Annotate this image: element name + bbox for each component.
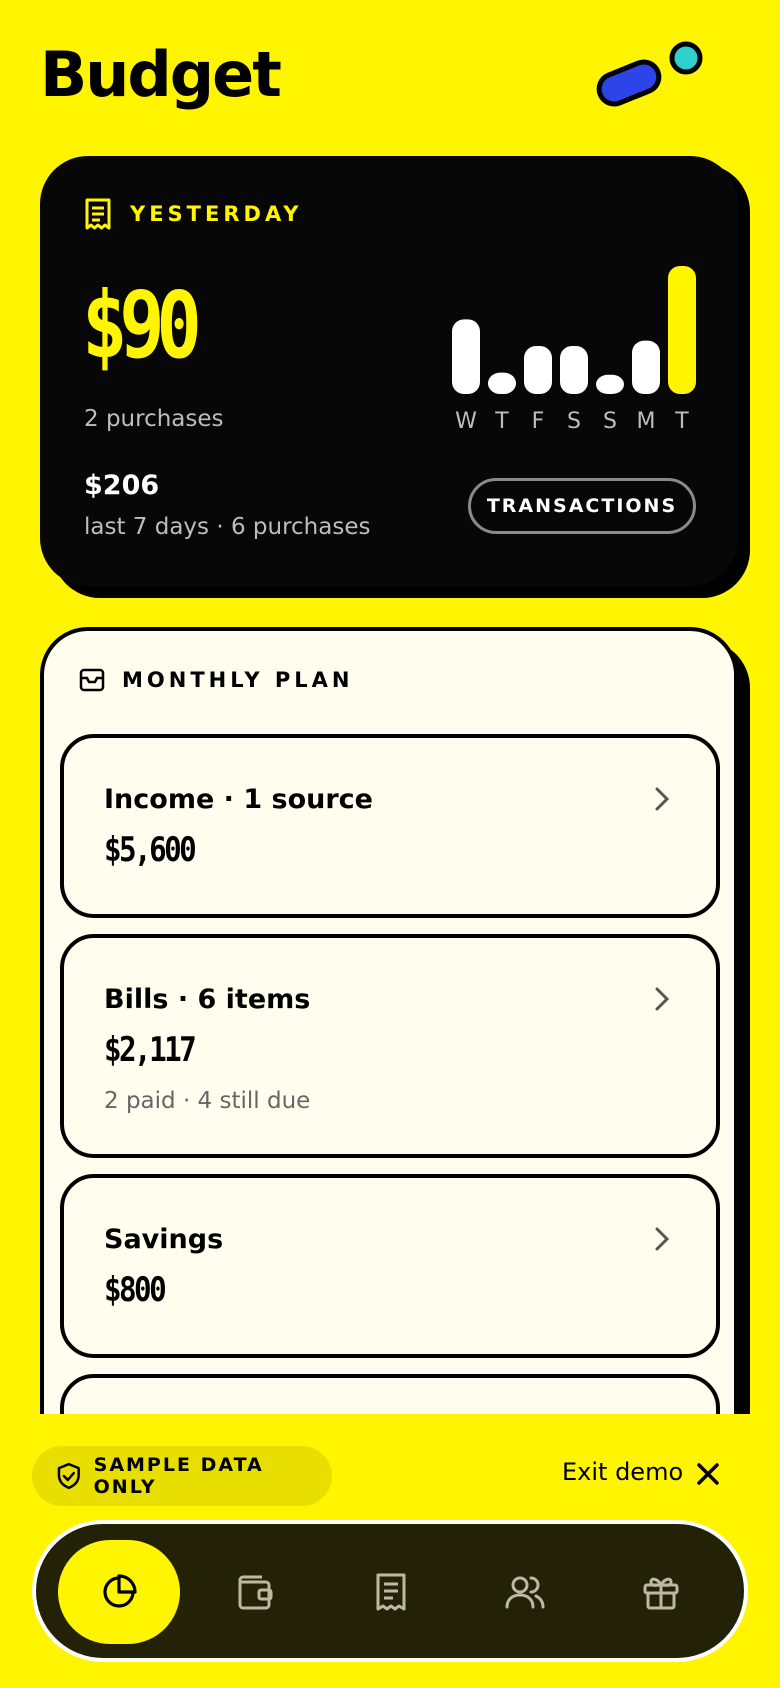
transactions-button[interactable]: TRANSACTIONS bbox=[468, 478, 696, 534]
wallet-icon[interactable] bbox=[235, 1572, 275, 1612]
chart-bar bbox=[560, 346, 588, 394]
income-amount: $5,600 bbox=[104, 830, 197, 870]
savings-row[interactable]: Savings $800 bbox=[60, 1174, 720, 1358]
income-title: Income · 1 source bbox=[104, 784, 373, 815]
monthly-plan-label: MONTHLY PLAN bbox=[122, 668, 354, 692]
sample-data-badge: SAMPLE DATA ONLY bbox=[32, 1446, 332, 1506]
close-icon[interactable] bbox=[696, 1462, 720, 1486]
chart-bar bbox=[488, 372, 516, 394]
gift-icon[interactable] bbox=[641, 1572, 681, 1612]
chart-bar bbox=[632, 340, 660, 394]
chart-day-label: S bbox=[567, 409, 581, 434]
pie-chart-icon[interactable] bbox=[99, 1572, 139, 1612]
yesterday-amount: $90 bbox=[82, 272, 202, 379]
receipt-icon[interactable] bbox=[371, 1572, 411, 1612]
chevron-right-icon bbox=[655, 1227, 670, 1251]
exit-demo-link[interactable]: Exit demo bbox=[562, 1458, 683, 1486]
bills-title: Bills · 6 items bbox=[104, 984, 311, 1015]
chart-bar bbox=[524, 346, 552, 394]
chevron-right-icon bbox=[655, 987, 670, 1011]
income-row[interactable]: Income · 1 source $5,600 bbox=[60, 734, 720, 918]
chart-day-label: S bbox=[603, 409, 617, 434]
bills-row[interactable]: Bills · 6 items $2,117 2 paid · 4 still … bbox=[60, 934, 720, 1158]
receipt-icon bbox=[85, 198, 111, 230]
chart-day-label: F bbox=[532, 409, 545, 434]
chart-day-label: T bbox=[674, 409, 689, 434]
app-logo-icon bbox=[596, 41, 703, 107]
shield-check-icon bbox=[57, 1462, 80, 1490]
bills-status: 2 paid · 4 still due bbox=[104, 1088, 311, 1114]
chart-bar bbox=[668, 266, 696, 394]
page-title: Budget bbox=[40, 38, 282, 111]
weekly-spending-chart: WTFSSMT bbox=[452, 266, 696, 434]
chevron-right-icon bbox=[655, 787, 670, 811]
savings-amount: $800 bbox=[104, 1270, 167, 1310]
week-amount: $206 bbox=[84, 470, 160, 501]
week-summary: last 7 days · 6 purchases bbox=[84, 514, 371, 540]
savings-title: Savings bbox=[104, 1224, 224, 1255]
inbox-icon bbox=[79, 668, 105, 692]
chart-day-label: M bbox=[637, 409, 656, 434]
yesterday-purchases: 2 purchases bbox=[84, 406, 224, 432]
users-icon[interactable] bbox=[505, 1572, 545, 1612]
header: Budget bbox=[0, 0, 780, 150]
bills-amount: $2,117 bbox=[104, 1030, 197, 1070]
sample-data-label: SAMPLE DATA ONLY bbox=[93, 1454, 264, 1498]
chart-day-label: T bbox=[494, 409, 509, 434]
chart-bar bbox=[452, 319, 480, 394]
chart-bar bbox=[596, 374, 624, 394]
yesterday-label: YESTERDAY bbox=[130, 202, 303, 226]
chart-day-label: W bbox=[455, 409, 477, 434]
